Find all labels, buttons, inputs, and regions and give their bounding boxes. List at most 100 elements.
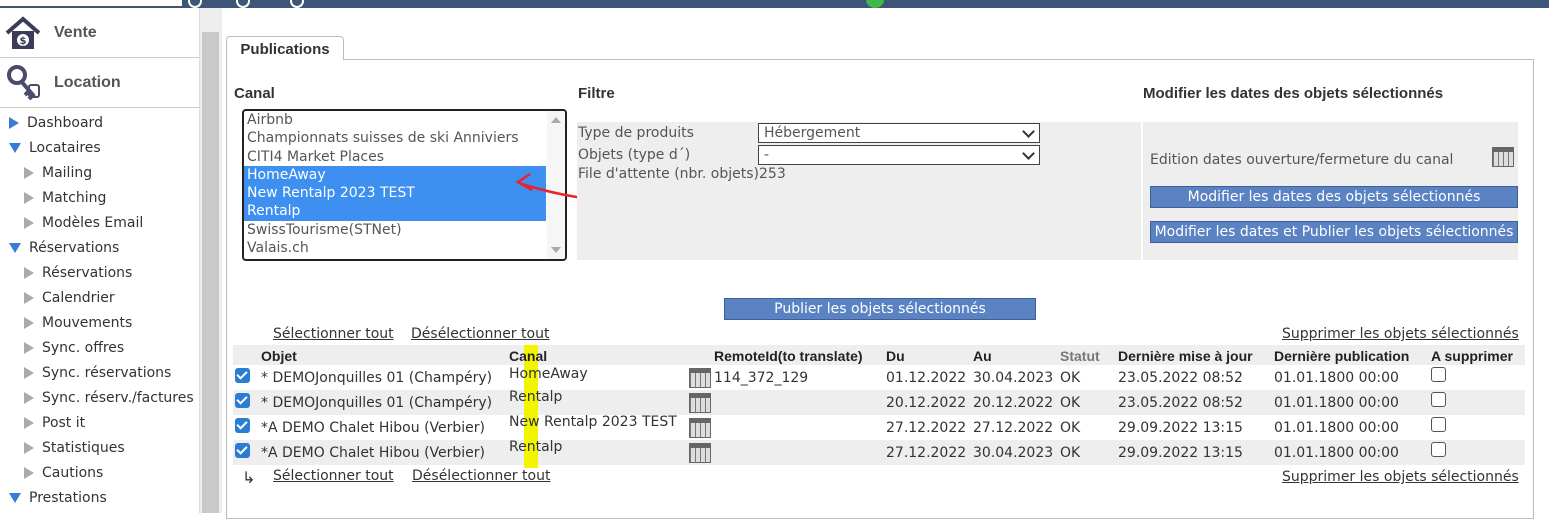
canal-cell: HomeAway bbox=[509, 366, 588, 382]
delete-checkbox[interactable] bbox=[1431, 367, 1446, 382]
delete-selected-link[interactable]: Supprimer les objets sélectionnés bbox=[1282, 326, 1519, 342]
table-header-cell[interactable]: Dernière mise à jour bbox=[1118, 348, 1253, 364]
sidebar-item-mailing[interactable]: Mailing bbox=[0, 160, 199, 185]
sidebar-item-label: Modèles Email bbox=[42, 214, 144, 231]
canal-option[interactable]: CITI4 Market Places bbox=[244, 148, 546, 166]
row-select-checkbox[interactable] bbox=[235, 418, 250, 433]
caret-right-icon bbox=[24, 266, 34, 279]
sidebar-item-r-servations[interactable]: Réservations bbox=[0, 235, 199, 260]
select-all-link[interactable]: Sélectionner tout bbox=[273, 326, 394, 342]
row-select-checkbox[interactable] bbox=[235, 368, 250, 383]
sidebar-item-mod-les-email[interactable]: Modèles Email bbox=[0, 210, 199, 235]
sidebar-item-label: Sync. réservations bbox=[42, 364, 172, 381]
table-header-cell[interactable]: Dernière publication bbox=[1274, 348, 1409, 364]
delete-checkbox[interactable] bbox=[1431, 417, 1446, 432]
sidebar-item-locataires[interactable]: Locataires bbox=[0, 135, 199, 160]
filtre-title: Filtre bbox=[578, 85, 615, 102]
sidebar-section-vente[interactable]: $ Vente bbox=[0, 8, 199, 58]
table-header-cell[interactable]: RemoteId(to translate) bbox=[714, 348, 863, 364]
calendar-icon[interactable] bbox=[1492, 147, 1514, 167]
calendar-icon[interactable] bbox=[689, 393, 711, 413]
sidebar-item-cautions[interactable]: Cautions bbox=[0, 460, 199, 485]
calendar-icon[interactable] bbox=[689, 443, 711, 463]
sidebar-item-sync-r-servations[interactable]: Sync. réservations bbox=[0, 360, 199, 385]
table-header-cell[interactable]: Objet bbox=[261, 348, 297, 364]
sidebar-item-label: Matching bbox=[42, 189, 107, 206]
sidebar-item-mouvements[interactable]: Mouvements bbox=[0, 310, 199, 335]
sidebar-item-sync-r-serv-factures[interactable]: Sync. réserv./factures bbox=[0, 385, 199, 410]
table-header-cell[interactable]: Du bbox=[886, 348, 905, 364]
publish-button[interactable]: Publier les objets sélectionnés bbox=[724, 298, 1036, 320]
chevron-down-icon bbox=[1022, 125, 1035, 138]
caret-down-icon bbox=[9, 242, 21, 253]
caret-right-icon bbox=[9, 116, 19, 129]
house-dollar-icon: $ bbox=[0, 11, 46, 55]
statut-cell: OK bbox=[1060, 395, 1081, 411]
canal-option[interactable]: Airbnb bbox=[244, 111, 546, 129]
sidebar-item-label: Réservations bbox=[42, 264, 133, 281]
tab-publications[interactable]: Publications bbox=[226, 36, 344, 60]
delete-checkbox[interactable] bbox=[1431, 392, 1446, 407]
svg-text:$: $ bbox=[20, 36, 27, 47]
sidebar-section-location[interactable]: Location bbox=[0, 58, 199, 108]
statut-cell: OK bbox=[1060, 370, 1081, 386]
scroll-up-icon[interactable] bbox=[551, 117, 561, 123]
au-cell: 27.12.2022 bbox=[973, 420, 1054, 436]
caret-right-icon bbox=[24, 216, 34, 229]
canal-option[interactable]: Valais.ch bbox=[244, 239, 546, 257]
table-header-cell[interactable]: A supprimer bbox=[1431, 348, 1513, 364]
sidebar-item-matching[interactable]: Matching bbox=[0, 185, 199, 210]
row-select-checkbox[interactable] bbox=[235, 443, 250, 458]
au-cell: 20.12.2022 bbox=[973, 395, 1054, 411]
modify-dates-button[interactable]: Modifier les dates des objets sélectionn… bbox=[1150, 186, 1518, 208]
canal-option[interactable]: Rentalp bbox=[244, 202, 546, 221]
canal-option[interactable]: SwissTourisme(STNet) bbox=[244, 221, 546, 239]
deselect-all-link[interactable]: Désélectionner tout bbox=[411, 326, 549, 342]
type-produits-label: Type de produits bbox=[578, 125, 694, 141]
delete-selected-link-bottom[interactable]: Supprimer les objets sélectionnés bbox=[1282, 469, 1519, 485]
queue-label: File d'attente (nbr. objets) bbox=[578, 166, 760, 182]
objet-cell: *A DEMO Chalet Hibou (Verbier) bbox=[261, 445, 485, 461]
select-all-link-bottom[interactable]: Sélectionner tout bbox=[273, 468, 394, 484]
sidebar-item-statistiques[interactable]: Statistiques bbox=[0, 435, 199, 460]
objets-type-value: - bbox=[764, 147, 770, 163]
delete-checkbox[interactable] bbox=[1431, 442, 1446, 457]
objets-type-select[interactable]: - bbox=[758, 145, 1040, 165]
corner-arrow-icon: ↳ bbox=[242, 468, 256, 487]
modify-publish-button[interactable]: Modifier les dates et Publier les objets… bbox=[1150, 221, 1518, 243]
sidebar-scrollbar-thumb[interactable] bbox=[202, 32, 219, 513]
sidebar-item-r-servations[interactable]: Réservations bbox=[0, 260, 199, 285]
sidebar-item-dashboard[interactable]: Dashboard bbox=[0, 110, 199, 135]
row-select-checkbox[interactable] bbox=[235, 393, 250, 408]
canal-option[interactable]: New Rentalp 2023 TEST bbox=[244, 184, 546, 203]
sidebar-item-prestations[interactable]: Prestations bbox=[0, 485, 199, 510]
caret-right-icon bbox=[24, 391, 34, 404]
deselect-all-link-bottom[interactable]: Désélectionner tout bbox=[412, 468, 550, 484]
sidebar-item-post-it[interactable]: Post it bbox=[0, 410, 199, 435]
last-update-cell: 23.05.2022 08:52 bbox=[1118, 370, 1243, 386]
last-update-cell: 23.05.2022 08:52 bbox=[1118, 395, 1243, 411]
table-header-cell[interactable]: Au bbox=[973, 348, 992, 364]
canal-option[interactable]: Championnats suisses de ski Anniviers bbox=[244, 129, 546, 147]
queue-count: File d'attente (nbr. objets)253 bbox=[578, 166, 786, 182]
sidebar-item-calendrier[interactable]: Calendrier bbox=[0, 285, 199, 310]
sidebar-item-label: Sync. réserv./factures bbox=[42, 389, 194, 406]
calendar-icon[interactable] bbox=[689, 418, 711, 438]
sidebar-item-label: Sync. offres bbox=[42, 339, 125, 356]
calendar-icon[interactable] bbox=[689, 368, 711, 388]
global-search-input[interactable] bbox=[0, 0, 182, 6]
statut-cell: OK bbox=[1060, 420, 1081, 436]
caret-right-icon bbox=[24, 341, 34, 354]
sidebar-item-label: Calendrier bbox=[42, 289, 115, 306]
caret-right-icon bbox=[24, 441, 34, 454]
search-user-icon[interactable] bbox=[236, 0, 250, 8]
table-header-cell[interactable]: Canal bbox=[509, 348, 547, 364]
sidebar-item-label: Cautions bbox=[42, 464, 104, 481]
caret-right-icon bbox=[24, 466, 34, 479]
type-produits-select[interactable]: Hébergement bbox=[758, 123, 1040, 143]
sidebar-item-sync-offres[interactable]: Sync. offres bbox=[0, 335, 199, 360]
search-icon[interactable] bbox=[188, 0, 202, 8]
scroll-down-icon[interactable] bbox=[551, 247, 561, 253]
help-icon[interactable] bbox=[290, 0, 304, 8]
canal-option[interactable]: HomeAway bbox=[244, 165, 546, 185]
